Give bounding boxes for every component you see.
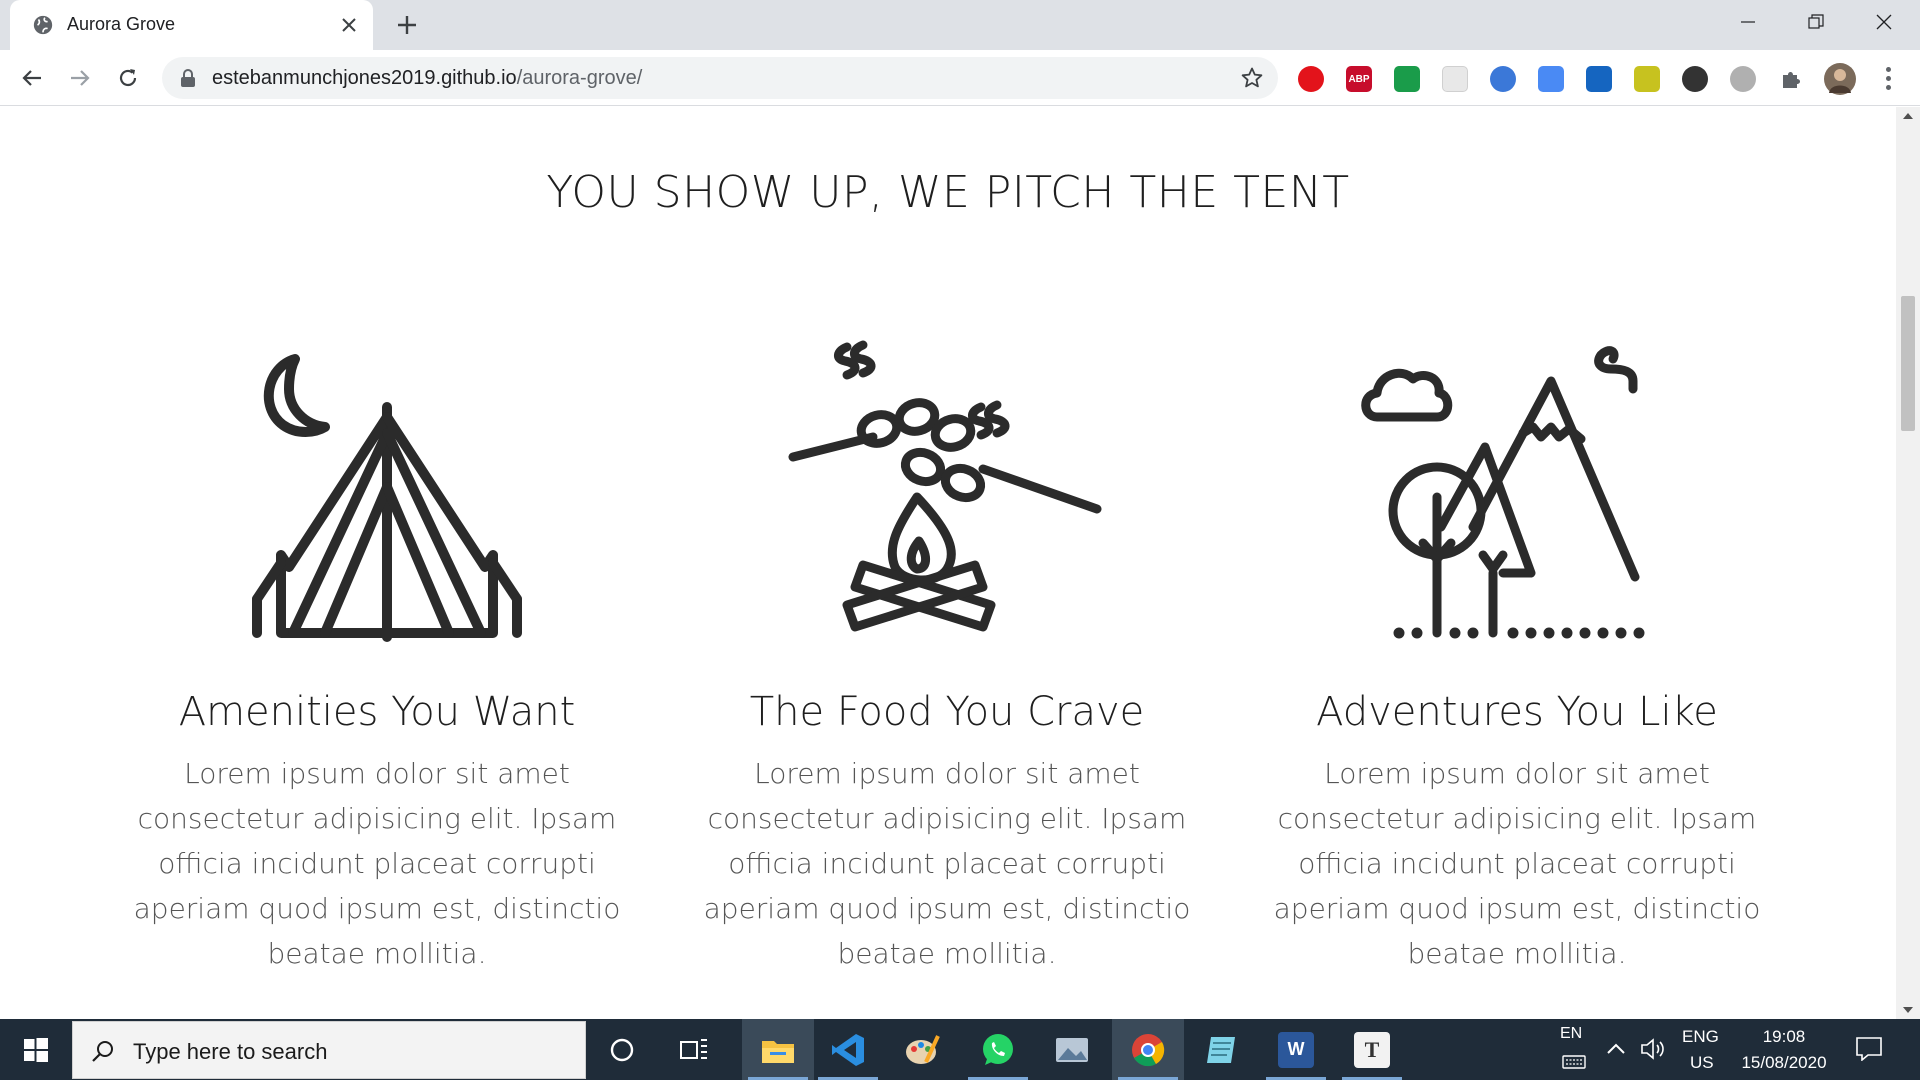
tab-title: Aurora Grove [67,14,176,34]
campfire-icon [788,340,1102,632]
cast-ext-icon[interactable] [1538,66,1564,92]
close-window-button[interactable] [1864,6,1904,38]
clock-time[interactable]: 19:08 [1724,1027,1844,1047]
clock-date[interactable]: 15/08/2020 [1724,1053,1844,1073]
page-viewport: YOU SHOW UP, WE PITCH THE TENT Amenities… [0,107,1896,1019]
keyboard-icon[interactable] [1562,1055,1586,1069]
feature-card-food: The Food You Crave Lorem ipsum dolor sit… [687,337,1207,976]
reload-icon [119,69,137,87]
file-explorer-icon [762,1040,794,1063]
bookmark-star-icon[interactable] [1240,66,1264,90]
paint-button[interactable] [886,1019,958,1080]
arrow-left-icon [22,70,41,86]
vscode-icon [832,1033,864,1066]
vscode-button[interactable] [812,1019,884,1080]
word-icon: W [1278,1031,1314,1068]
cortana-button[interactable] [586,1019,658,1080]
feature-card-adventures: Adventures You Like Lorem ipsum dolor si… [1257,337,1777,976]
chrome-button[interactable] [1112,1019,1184,1080]
feature-title: Amenities You Want [178,689,576,735]
notepad-button[interactable] [1186,1019,1258,1080]
globe-icon [33,15,53,35]
whatsapp-button[interactable] [962,1019,1034,1080]
circle-ext-icon[interactable] [1730,66,1756,92]
chevron-up-icon[interactable] [1606,1041,1626,1057]
file-explorer-button[interactable] [742,1019,814,1080]
tent-icon [252,354,522,642]
task-view-icon [680,1038,707,1059]
browser-toolbar: estebanmunchjones2019.github.io/aurora-g… [0,50,1920,106]
scroll-up-arrow-icon[interactable] [1903,113,1913,119]
browser-menu-button[interactable] [1874,64,1902,92]
browser-tab[interactable]: Aurora Grove [10,0,373,50]
search-icon [92,1041,113,1062]
blank-ext-icon[interactable] [1442,66,1468,92]
notepad-icon [1207,1036,1235,1063]
close-tab-icon[interactable] [336,12,362,38]
profile-avatar[interactable] [1824,63,1856,95]
start-button[interactable] [0,1019,72,1080]
reload-button[interactable] [110,60,146,96]
word-button[interactable]: W [1260,1019,1332,1080]
address-bar[interactable]: estebanmunchjones2019.github.io/aurora-g… [162,57,1278,99]
typora-button[interactable]: T [1336,1019,1408,1080]
photos-icon [1056,1037,1088,1062]
browser-tab-bar: Aurora Grove [0,0,1920,50]
input-region[interactable]: US [1690,1053,1714,1073]
input-language[interactable]: ENG [1682,1027,1719,1047]
chrome-icon [1132,1033,1165,1066]
section-title: YOU SHOW UP, WE PITCH THE TENT [546,167,1350,218]
arrow-right-icon [71,70,90,86]
scrollbar-thumb[interactable] [1901,296,1915,431]
taskbar-search-box[interactable]: Type here to search [72,1021,586,1079]
feature-card-amenities: Amenities You Want Lorem ipsum dolor sit… [117,337,637,976]
url-text: estebanmunchjones2019.github.io/aurora-g… [212,67,642,90]
notification-icon[interactable] [1856,1037,1882,1061]
windows-taskbar: Type here to search W T EN ENG US 19:08 … [0,1019,1920,1080]
windows-logo-icon [24,1037,48,1062]
feature-description: Lorem ipsum dolor sit amet consectetur a… [703,757,1191,970]
adblock-icon[interactable] [1298,66,1324,92]
tab-resize-icon[interactable] [1394,66,1420,92]
task-view-button[interactable] [658,1019,730,1080]
yellow-ext-icon[interactable] [1634,66,1660,92]
typora-icon: T [1354,1031,1390,1068]
language-indicator[interactable]: EN [1560,1025,1582,1043]
cortana-icon [610,1038,634,1061]
restore-window-button[interactable] [1796,6,1836,38]
back-button[interactable] [14,60,50,96]
scroll-down-arrow-icon[interactable] [1903,1007,1913,1013]
url-path: /aurora-grove/ [516,67,643,89]
minimize-window-button[interactable] [1728,6,1768,38]
abp-icon[interactable]: ABP [1346,66,1372,92]
volume-icon[interactable] [1640,1037,1666,1061]
feature-description: Lorem ipsum dolor sit amet consectetur a… [133,757,621,970]
whatsapp-icon [983,1033,1013,1065]
paint-icon [906,1034,940,1064]
search-placeholder: Type here to search [133,1039,328,1064]
blue-circle-ext-icon[interactable] [1490,66,1516,92]
lock-icon [181,69,195,87]
feature-description: Lorem ipsum dolor sit amet consectetur a… [1273,757,1761,970]
forward-button[interactable] [62,60,98,96]
new-tab-button[interactable] [392,10,422,40]
page-scrollbar[interactable] [1896,107,1920,1019]
photos-button[interactable] [1036,1019,1108,1080]
feature-title: The Food You Crave [749,689,1145,735]
dark-mode-ext-icon[interactable] [1682,66,1708,92]
mountains-icon [1361,346,1645,639]
feature-title: Adventures You Like [1316,689,1718,735]
crop-ext-icon[interactable] [1586,66,1612,92]
puzzle-icon[interactable] [1778,66,1804,92]
url-host: estebanmunchjones2019.github.io [212,67,517,89]
